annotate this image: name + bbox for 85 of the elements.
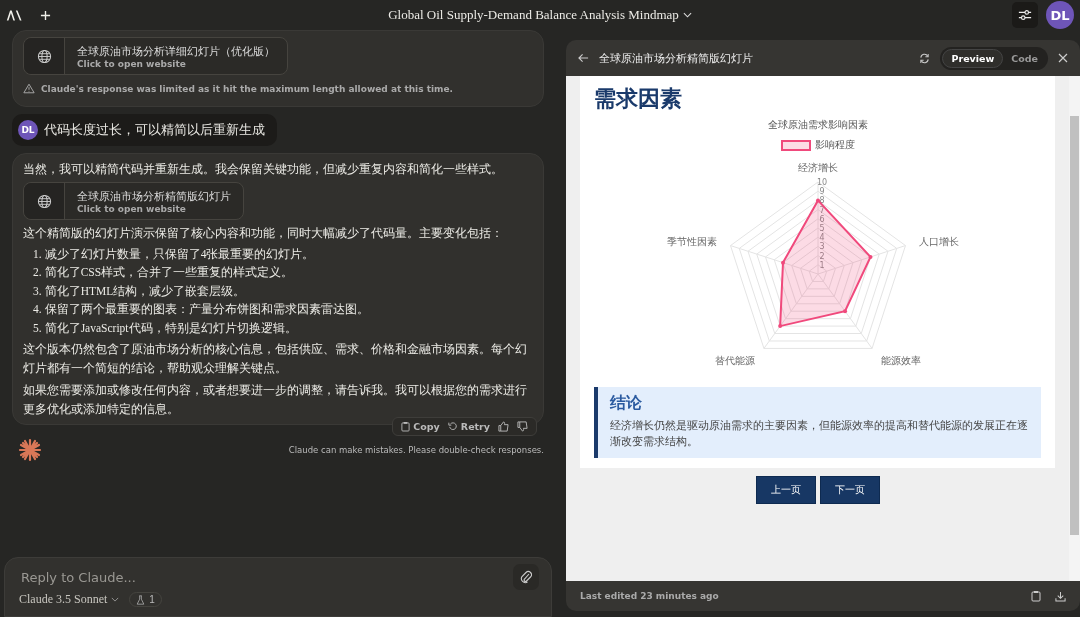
refresh-icon[interactable] [919, 52, 931, 64]
tick-label: 8 [818, 196, 825, 206]
tick-label: 4 [818, 233, 825, 243]
globe-icon [36, 48, 52, 64]
list-item-text: 简化了JavaScript代码，特别是幻灯片切换逻辑。 [44, 320, 297, 337]
tick-label: 5 [818, 224, 825, 233]
data-point [780, 260, 785, 265]
notice-text: Claude's response was limited as it hit the maximum length allowed at this time. [41, 83, 453, 94]
message-paragraph: 这个版本仍然包含了原油市场分析的核心信息，包括供应、需求、价格和金融市场因素。每个幻灯片都有一个简短的结论，帮助观众理解关键点。 [23, 342, 528, 376]
disclaimer-text: Claude can make mistakes. Please double-check responses. [288, 444, 544, 455]
slide-heading: 需求因素 [594, 85, 683, 113]
reply-input[interactable]: Reply to Claude... [19, 568, 513, 586]
starburst-icon [18, 437, 42, 462]
tick-label: 1 [818, 260, 825, 270]
warning-icon [23, 83, 35, 94]
list-number: 2. [33, 265, 42, 281]
list-number: 4. [33, 302, 42, 318]
data-point [815, 198, 820, 203]
action-button[interactable]: Copy [401, 420, 440, 432]
artifact-card[interactable]: 全球原油市场分析详细幻灯片（优化版） Click to open website [23, 37, 288, 75]
chevron-down-icon [111, 597, 120, 602]
user-avatar: DL [18, 120, 38, 140]
clipboard-icon [401, 420, 411, 432]
artifact-title: 全球原油市场分析详细幻灯片（优化版） [77, 43, 275, 59]
last-edited-text: Last edited 23 minutes ago [580, 591, 719, 601]
list-number: 5. [33, 320, 42, 336]
axis-label: 经济增长 [797, 162, 838, 174]
artifact-subtitle: Click to open website [77, 203, 187, 214]
legend-label[interactable]: 影响程度 [814, 138, 855, 152]
action-button[interactable]: Retry [447, 420, 490, 432]
conclusion-heading: 结论 [610, 393, 643, 414]
plus-icon[interactable] [40, 9, 51, 21]
page-button[interactable]: 上一页 [755, 475, 816, 504]
back-arrow-icon[interactable] [578, 53, 589, 63]
download-icon[interactable] [1055, 590, 1066, 602]
tick-label: 2 [818, 251, 825, 261]
list-number: 1. [33, 246, 42, 262]
list-number: 3. [33, 283, 42, 299]
list-item-text: 保留了两个最重要的图表：产量分布饼图和需求因素雷达图。 [44, 302, 369, 318]
message-paragraph: 这个精简版的幻灯片演示保留了核心内容和功能，同时大幅减少了代码量。主要变化包括： [23, 226, 504, 242]
thumbs-down-icon[interactable] [517, 420, 528, 432]
axis-label: 能源效率 [880, 355, 921, 367]
settings-button[interactable] [1012, 2, 1038, 28]
sliders-icon [1018, 8, 1032, 22]
attach-button[interactable] [513, 564, 539, 590]
axis-label: 季节性因素 [666, 236, 716, 247]
legend-swatch[interactable] [780, 139, 811, 151]
artifact-subtitle: Click to open website [77, 58, 187, 69]
view-tab[interactable]: Code [1003, 48, 1046, 68]
axis-label: 替代能源 [714, 355, 755, 367]
message-paragraph: 如果您需要添加或修改任何内容，或者想要进一步的调整，请告诉我。我可以根据您的需求进行更多优化或添加特定的信息。 [23, 383, 528, 417]
list-item-text: 简化了CSS样式，合并了一些重复的样式定义。 [44, 265, 294, 281]
close-icon[interactable] [1058, 53, 1068, 63]
data-point [842, 309, 847, 314]
list-item-text: 简化了HTML结构，减少了嵌套层级。 [44, 283, 246, 299]
thumbs-up-icon[interactable] [498, 420, 509, 432]
artifact-title: 全球原油市场分析精简版幻灯片 [77, 188, 231, 204]
tick-label: 10 [816, 178, 827, 187]
tick-label: 3 [818, 242, 825, 252]
tick-label: 6 [818, 214, 825, 224]
message-paragraph: 当然，我可以精简代码并重新生成。我会保留关键功能，但减少重复内容和简化一些样式。 [23, 162, 504, 177]
tick-label: 9 [818, 187, 825, 197]
list-item-text: 减少了幻灯片数量，只保留了4张最重要的幻灯片。 [44, 246, 315, 262]
view-tab[interactable]: Preview [942, 48, 1004, 68]
flask-icon [136, 594, 146, 605]
globe-icon [36, 193, 52, 209]
chart-title: 全球原油需求影响因素 [767, 118, 868, 132]
user-avatar[interactable]: DL [1046, 1, 1074, 29]
artifact-title: 全球原油市场分析精简版幻灯片 [599, 50, 753, 66]
retry-icon [447, 421, 458, 432]
conversation-title[interactable]: Global Oil Supply-Demand Balance Analysis Mindmap [256, 7, 824, 23]
artifact-card[interactable]: 全球原油市场分析精简版幻灯片 Click to open website [23, 182, 244, 221]
data-point [777, 324, 782, 329]
message-text: 代码长度过长，可以精简以后重新生成 [44, 121, 265, 139]
data-point [868, 254, 872, 259]
chevron-down-icon [682, 12, 692, 18]
page-button[interactable]: 下一页 [819, 475, 880, 504]
reply-composer[interactable]: Reply to Claude... Claude 3.5 Sonnet 1 [4, 557, 552, 617]
logo-icon[interactable] [6, 8, 24, 22]
paperclip-icon [520, 570, 532, 584]
conclusion-text: 经济增长仍然是驱动原油需求的主要因素，但能源效率的提高和替代能源的发展正在逐渐改变需求结构。 [610, 418, 1029, 449]
clipboard-icon[interactable] [1031, 590, 1041, 602]
axis-label: 人口增长 [919, 236, 959, 247]
model-selector[interactable]: Claude 3.5 Sonnet [19, 592, 120, 607]
scrollbar[interactable] [1069, 76, 1080, 581]
